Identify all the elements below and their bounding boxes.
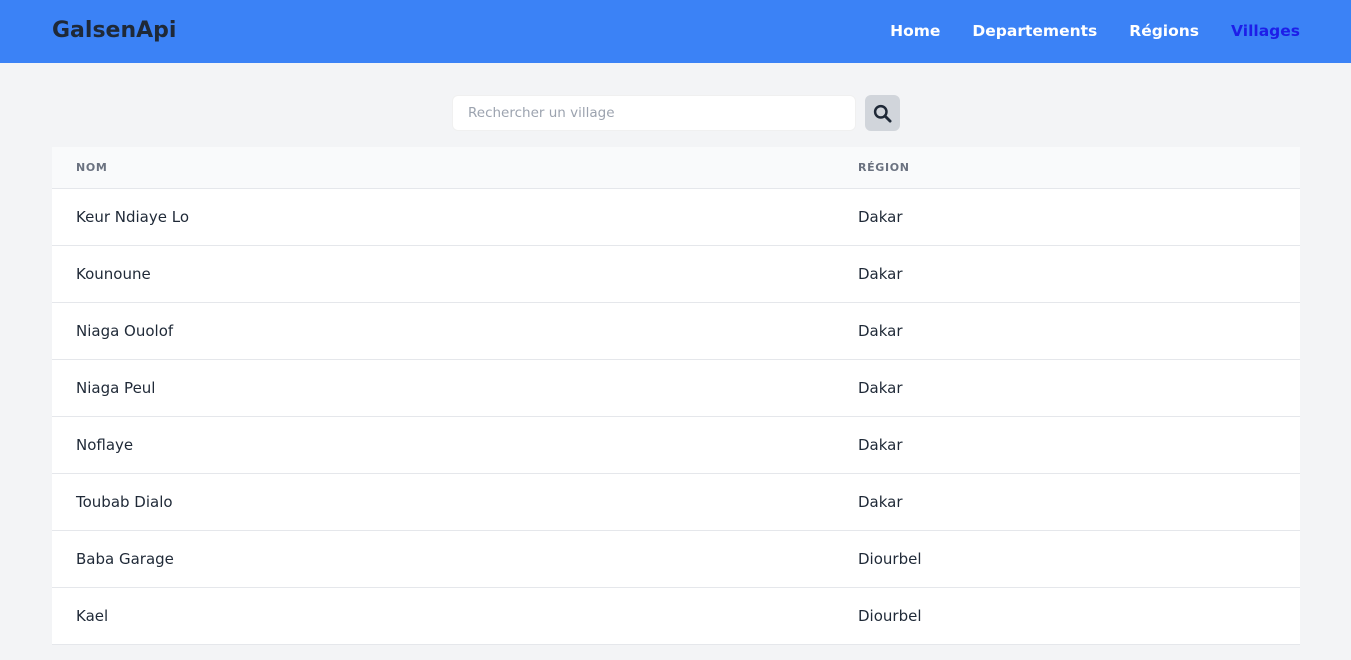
column-header-region[interactable]: RÉGION xyxy=(858,147,1300,189)
table-row[interactable]: Noflaye Dakar xyxy=(52,416,1300,473)
search-input[interactable] xyxy=(452,95,856,131)
table-header: NOM RÉGION xyxy=(52,147,1300,189)
table-row[interactable]: Baba Garage Diourbel xyxy=(52,530,1300,587)
table-row[interactable]: Kael Diourbel xyxy=(52,587,1300,644)
nav-link-villages[interactable]: Villages xyxy=(1231,20,1300,42)
cell-region: Dakar xyxy=(858,264,903,283)
table-row[interactable]: Niaga Peul Dakar xyxy=(52,359,1300,416)
table-row[interactable]: Toubab Dialo Dakar xyxy=(52,473,1300,530)
search-button[interactable] xyxy=(865,95,900,131)
cell-nom: Niaga Ouolof xyxy=(76,321,174,340)
table-row[interactable]: Keur Ndiaye Lo Dakar xyxy=(52,188,1300,245)
search-icon xyxy=(873,104,892,123)
villages-table: NOM RÉGION Keur Ndiaye Lo Dakar Kounoune… xyxy=(52,147,1300,645)
search-bar xyxy=(452,95,900,131)
cell-nom: Noflaye xyxy=(76,435,134,454)
cell-region: Diourbel xyxy=(858,549,922,568)
cell-region: Dakar xyxy=(858,492,903,511)
nav-link-departements[interactable]: Departements xyxy=(972,20,1097,42)
table-row[interactable]: Kounoune Dakar xyxy=(52,245,1300,302)
cell-nom: Kounoune xyxy=(76,264,151,283)
cell-nom: Toubab Dialo xyxy=(76,492,173,511)
table-row[interactable]: Niaga Ouolof Dakar xyxy=(52,302,1300,359)
table-body: Keur Ndiaye Lo Dakar Kounoune Dakar Niag… xyxy=(52,188,1300,644)
brand-logo[interactable]: GalsenApi xyxy=(52,16,176,46)
navbar: GalsenApi Home Departements Régions Vill… xyxy=(0,0,1351,63)
nav-link-regions[interactable]: Régions xyxy=(1129,20,1199,42)
cell-nom: Kael xyxy=(76,606,109,625)
nav-links: Home Departements Régions Villages xyxy=(890,20,1300,42)
cell-region: Diourbel xyxy=(858,606,922,625)
cell-nom: Niaga Peul xyxy=(76,378,156,397)
cell-region: Dakar xyxy=(858,435,903,454)
cell-nom: Keur Ndiaye Lo xyxy=(76,207,190,226)
cell-nom: Baba Garage xyxy=(76,549,174,568)
column-header-nom[interactable]: NOM xyxy=(52,147,858,189)
cell-region: Dakar xyxy=(858,378,903,397)
nav-link-home[interactable]: Home xyxy=(890,20,940,42)
cell-region: Dakar xyxy=(858,321,903,340)
cell-region: Dakar xyxy=(858,207,903,226)
